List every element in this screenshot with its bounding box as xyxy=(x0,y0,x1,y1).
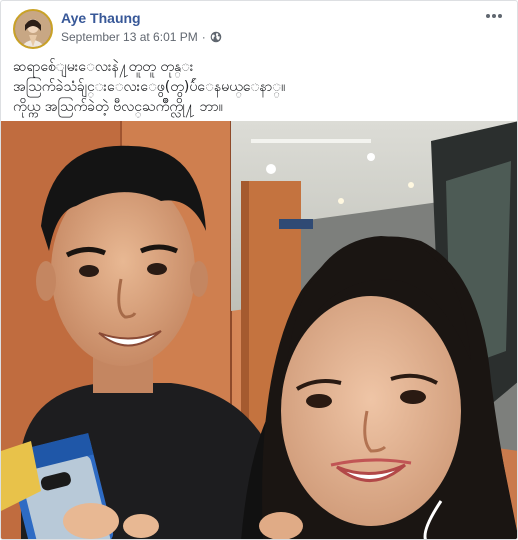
more-options-icon[interactable] xyxy=(483,7,505,25)
post-text-line: အသြက်ခဲသံခ်ျင္းေလးေဖွ(တွ)ပ်ဴေနမယ္ေနာ္။ xyxy=(13,79,286,95)
globe-icon[interactable] xyxy=(210,31,222,43)
post-meta: September 13 at 6:01 PM · xyxy=(61,30,222,44)
post-text-line: ဆရာစ်ေျမးေလးနဲ႔တူတူ တုန္း xyxy=(13,59,194,75)
meta-separator: · xyxy=(201,30,206,44)
post-header: Aye Thaung September 13 at 6:01 PM · xyxy=(13,9,507,49)
post-timestamp[interactable]: September 13 at 6:01 PM xyxy=(61,30,198,44)
avatar-image xyxy=(15,11,51,47)
author-avatar[interactable] xyxy=(13,9,53,49)
post-photo[interactable] xyxy=(1,121,517,539)
selfie-photo xyxy=(1,121,517,539)
author-name[interactable]: Aye Thaung xyxy=(61,10,141,26)
post-text: ဆရာစ်ေျမးေလးနဲ႔တူတူ တုန္း အသြက်ခဲသံခ်ျင္… xyxy=(13,57,503,117)
post-text-line: ကိုယ္က အသြက်ခဲတဲ့ ဗီလင္ႀကိဳက္လို႔ ဘာ။ xyxy=(13,99,223,115)
facebook-post: Aye Thaung September 13 at 6:01 PM · ဆရာ… xyxy=(0,0,518,540)
